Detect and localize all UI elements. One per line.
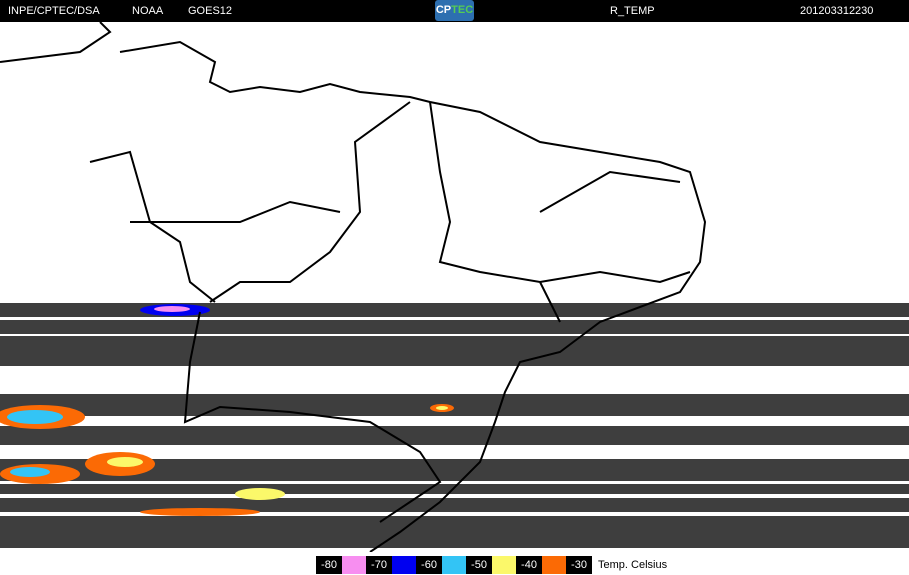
- satellite-image-viewer: INPE/CPTEC/DSA NOAA GOES12 CPTEC R_TEMP …: [0, 0, 909, 575]
- legend-label-70: -70: [366, 556, 392, 574]
- product-label: R_TEMP: [610, 5, 655, 17]
- legend-swatch-blue: [392, 556, 416, 574]
- cptec-logo: CPTEC: [435, 0, 474, 21]
- satellite-label: GOES12: [188, 5, 233, 17]
- datetime-label: 201203312230: [800, 5, 874, 17]
- cloud-image-bands: [0, 303, 909, 548]
- legend-label-60: -60: [416, 556, 442, 574]
- legend-swatch-cyan: [442, 556, 466, 574]
- legend-swatch-orange: [542, 556, 566, 574]
- header-bar: INPE/CPTEC/DSA NOAA GOES12 CPTEC R_TEMP …: [0, 0, 909, 22]
- legend-swatch-yellow: [492, 556, 516, 574]
- legend-label-30: -30: [566, 556, 592, 574]
- legend-unit-label: Temp. Celsius: [598, 559, 668, 571]
- satellite-map: [0, 22, 909, 552]
- source-label: INPE/CPTEC/DSA: [8, 5, 100, 17]
- legend-label-80: -80: [316, 556, 342, 574]
- legend-label-40: -40: [516, 556, 542, 574]
- agency-label: NOAA: [132, 5, 164, 17]
- legend-swatch-pink: [342, 556, 366, 574]
- temperature-legend: -80 -70 -60 -50 -40 -30 Temp. Celsius: [316, 556, 667, 574]
- legend-label-50: -50: [466, 556, 492, 574]
